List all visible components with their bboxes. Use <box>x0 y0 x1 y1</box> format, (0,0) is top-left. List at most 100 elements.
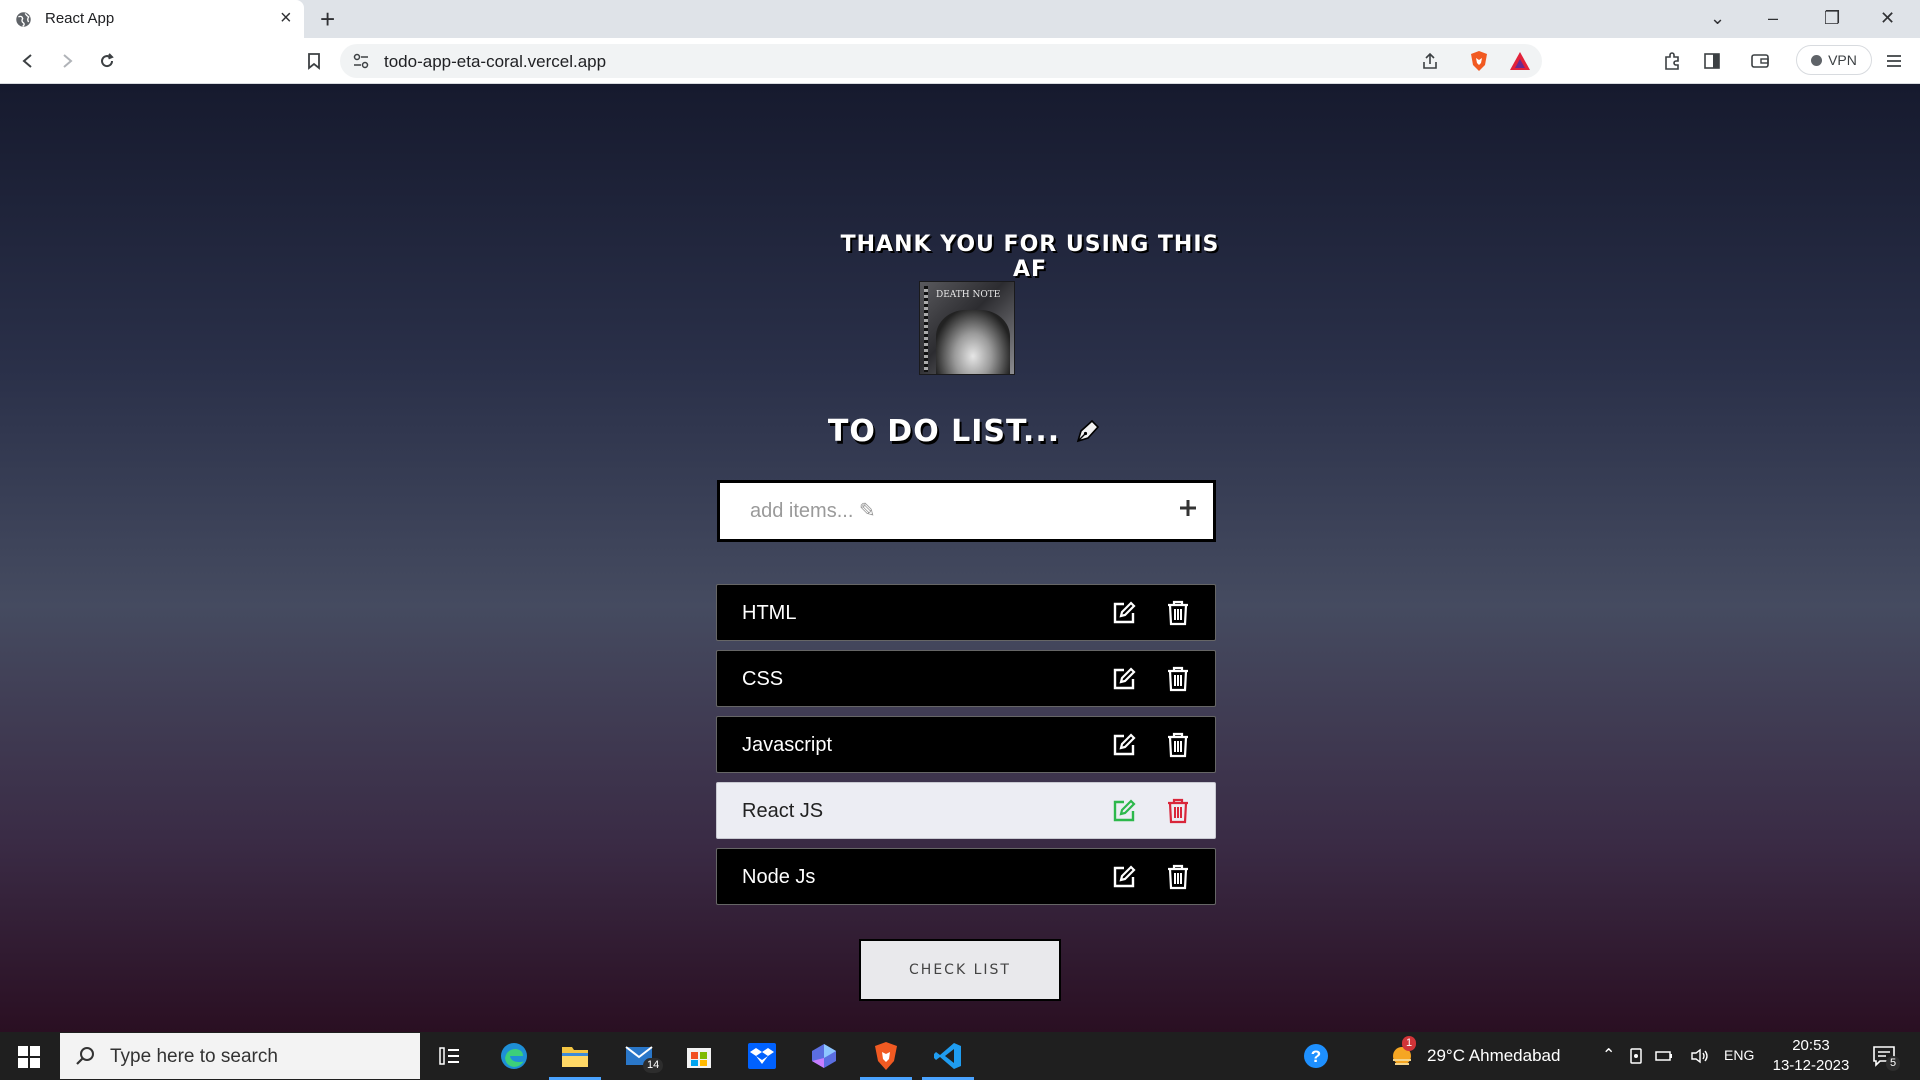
edit-icon <box>1113 667 1136 690</box>
add-item-button[interactable] <box>1173 495 1203 525</box>
vpn-status-icon <box>1811 54 1823 66</box>
close-tab-icon[interactable]: × <box>280 7 292 29</box>
task-view-icon[interactable] <box>432 1038 468 1074</box>
brave-shields-icon[interactable] <box>1467 49 1491 73</box>
add-item-box <box>717 480 1216 542</box>
delete-item-button[interactable] <box>1164 731 1192 759</box>
vscode-icon[interactable] <box>922 1038 974 1080</box>
trash-icon <box>1168 666 1188 692</box>
brave-browser-icon[interactable] <box>860 1038 912 1080</box>
brave-rewards-icon[interactable] <box>1508 49 1532 73</box>
logo-text: DEATH NOTE <box>936 290 1001 300</box>
todo-item-text: Node Js <box>742 866 816 888</box>
microsoft-store-icon[interactable] <box>681 1038 717 1074</box>
page-title: TO DO LIST... <box>780 414 1150 449</box>
todo-item-css: CSS <box>716 650 1216 707</box>
search-icon <box>76 1047 94 1065</box>
taskbar: Type here to search 14 ? 1 29°C Ahmedaba… <box>0 1032 1920 1080</box>
dropbox-icon[interactable] <box>744 1038 780 1074</box>
mail-icon[interactable]: 14 <box>621 1038 664 1074</box>
weather-badge: 1 <box>1402 1036 1417 1051</box>
delete-item-button[interactable] <box>1164 797 1192 825</box>
notifications-icon[interactable]: 5 <box>1866 1038 1902 1074</box>
menu-icon[interactable] <box>1882 49 1906 73</box>
delete-item-button[interactable] <box>1164 599 1192 627</box>
url-text: todo-app-eta-coral.vercel.app <box>384 52 607 71</box>
show-hidden-icons-chevron-icon[interactable]: ⌃ <box>1602 1045 1615 1065</box>
vpn-button[interactable]: VPN <box>1796 45 1872 75</box>
tab-bar: React App × + ⌄ – ❐ ✕ <box>0 0 1920 38</box>
logo-character-image <box>936 310 1010 374</box>
taskbar-search-placeholder: Type here to search <box>110 1046 278 1067</box>
edit-icon <box>1113 733 1136 756</box>
clock-time: 20:53 <box>1792 1037 1830 1054</box>
close-window-icon[interactable]: ✕ <box>1880 6 1895 30</box>
bookmark-icon[interactable] <box>302 49 326 73</box>
notebook-binding <box>924 286 928 372</box>
trash-icon <box>1168 732 1188 758</box>
edit-item-button[interactable] <box>1110 863 1138 891</box>
edge-icon[interactable] <box>496 1038 532 1074</box>
clock[interactable]: 20:53 13-12-2023 <box>1766 1036 1856 1076</box>
todo-item-text: React JS <box>742 800 824 822</box>
battery-icon[interactable] <box>1652 1038 1676 1074</box>
tab-react-app[interactable]: React App × <box>0 0 304 38</box>
notifications-badge: 5 <box>1886 1056 1901 1071</box>
trash-icon <box>1168 864 1188 890</box>
edit-item-button[interactable] <box>1110 797 1138 825</box>
edit-icon <box>1113 865 1136 888</box>
edit-item-button[interactable] <box>1110 599 1138 627</box>
site-settings-icon[interactable] <box>352 52 370 70</box>
forward-icon[interactable] <box>55 49 79 73</box>
windows-start-icon[interactable] <box>18 1046 40 1068</box>
taskbar-search[interactable]: Type here to search <box>60 1033 420 1079</box>
mail-badge: 14 <box>643 1058 664 1073</box>
todo-item-text: Javascript <box>742 734 833 756</box>
copilot-app-icon[interactable] <box>806 1038 842 1074</box>
add-item-input[interactable] <box>720 483 1160 539</box>
delete-item-button[interactable] <box>1164 665 1192 693</box>
edit-icon <box>1113 601 1136 624</box>
todo-item-text: CSS <box>742 668 784 690</box>
pen-nib-icon <box>1076 419 1100 442</box>
tab-title: React App <box>45 10 115 27</box>
language-indicator[interactable]: ENG <box>1724 1047 1754 1063</box>
browser-toolbar: todo-app-eta-coral.vercel.app VPN <box>0 38 1920 84</box>
device-icon[interactable] <box>1624 1038 1648 1074</box>
restore-icon[interactable]: ❐ <box>1824 6 1840 30</box>
address-bar[interactable]: todo-app-eta-coral.vercel.app <box>340 44 1542 78</box>
weather-text[interactable]: 29°C Ahmedabad <box>1427 1046 1560 1066</box>
plus-icon <box>1180 500 1196 516</box>
check-list-button[interactable]: CHECK LIST <box>859 939 1061 1001</box>
minimize-icon[interactable]: – <box>1768 6 1778 30</box>
trash-icon <box>1168 798 1188 824</box>
tab-search-chevron-icon[interactable]: ⌄ <box>1710 6 1725 30</box>
svg-text:?: ? <box>1311 1047 1321 1066</box>
clock-date: 13-12-2023 <box>1772 1057 1850 1074</box>
death-note-logo: DEATH NOTE <box>919 281 1015 375</box>
vpn-label: VPN <box>1828 52 1857 68</box>
volume-icon[interactable] <box>1688 1038 1712 1074</box>
thanks-banner: THANK YOU FOR USING THIS AF <box>840 232 1220 282</box>
todo-item-react-js: React JS <box>716 782 1216 839</box>
share-icon[interactable] <box>1418 49 1442 73</box>
new-tab-button[interactable]: + <box>320 4 335 34</box>
reload-icon[interactable] <box>95 49 119 73</box>
sidebar-icon[interactable] <box>1700 49 1724 73</box>
back-icon[interactable] <box>16 49 40 73</box>
todo-item-html: HTML <box>716 584 1216 641</box>
todo-item-node-js: Node Js <box>716 848 1216 905</box>
wallet-icon[interactable] <box>1748 49 1772 73</box>
delete-item-button[interactable] <box>1164 863 1192 891</box>
edit-icon <box>1113 799 1136 822</box>
trash-icon <box>1168 600 1188 626</box>
extensions-icon[interactable] <box>1660 49 1684 73</box>
edit-item-button[interactable] <box>1110 665 1138 693</box>
todo-item-text: HTML <box>742 602 797 624</box>
weather-icon[interactable]: 1 <box>1384 1036 1420 1074</box>
help-icon[interactable]: ? <box>1298 1038 1334 1074</box>
page-title-text: TO DO LIST... <box>827 414 1061 449</box>
file-explorer-icon[interactable] <box>549 1038 601 1080</box>
edit-item-button[interactable] <box>1110 731 1138 759</box>
globe-icon <box>16 12 31 27</box>
